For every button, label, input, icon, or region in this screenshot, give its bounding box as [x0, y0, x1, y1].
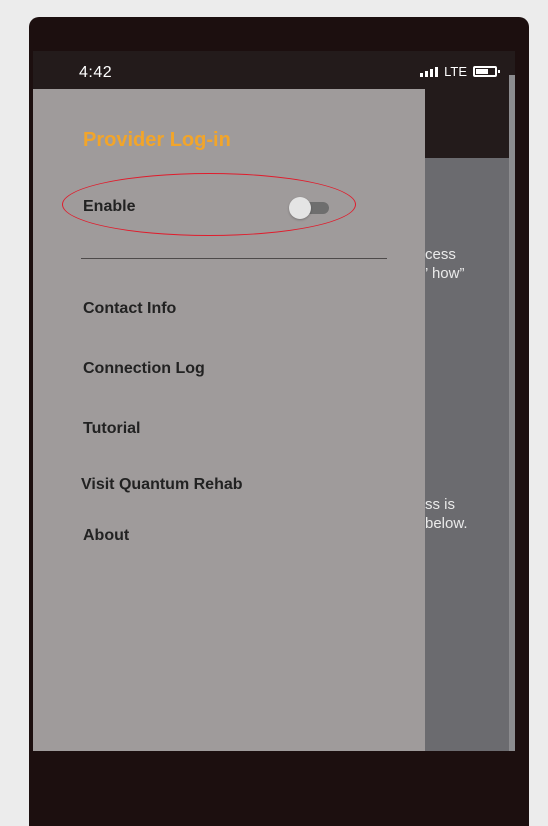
menu-item-tutorial[interactable]: Tutorial [83, 420, 140, 438]
divider [81, 258, 387, 259]
status-time: 4:42 [79, 64, 113, 81]
background-text: cess [425, 246, 456, 263]
battery-icon [473, 66, 500, 77]
phone-frame: cess ’ how” ss is below. 4:42 LTE Provid… [29, 17, 529, 826]
menu-item-visit-quantum-rehab[interactable]: Visit Quantum Rehab [81, 476, 243, 494]
navigation-drawer: Provider Log-in Enable Contact Info Conn… [33, 89, 425, 751]
status-indicators: LTE [420, 64, 500, 79]
background-text: below. [425, 515, 468, 532]
signal-icon [420, 66, 439, 77]
menu-item-connection-log[interactable]: Connection Log [83, 360, 205, 378]
highlight-circle [62, 173, 356, 236]
menu-item-contact-info[interactable]: Contact Info [83, 300, 176, 318]
background-text: ’ how” [425, 265, 465, 282]
network-label: LTE [444, 64, 467, 79]
status-bar: 4:42 LTE [33, 51, 515, 89]
menu-item-about[interactable]: About [83, 527, 129, 545]
scroll-edge [509, 75, 515, 751]
drawer-title: Provider Log-in [83, 129, 231, 151]
background-text: ss is [425, 496, 455, 513]
